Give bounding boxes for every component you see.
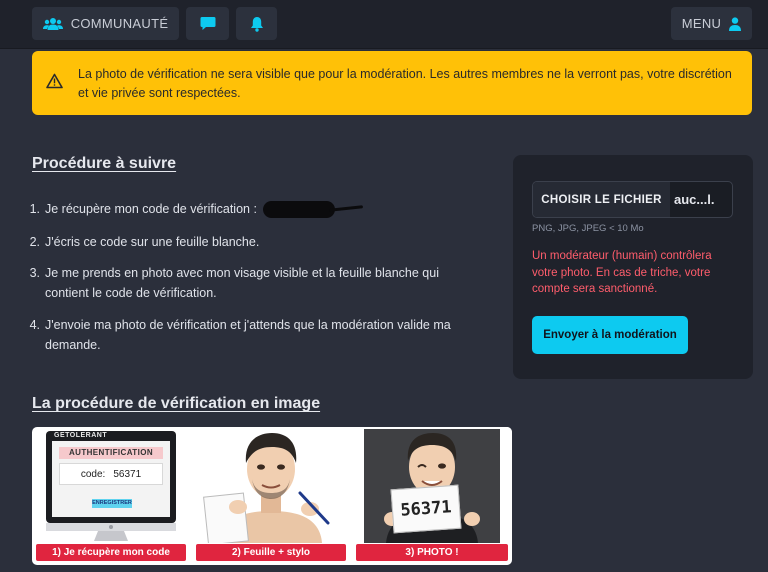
caption-1: 1) Je récupère mon code <box>36 544 186 561</box>
code-label: code: <box>80 468 106 480</box>
save-mock-button: ENREGISTRER <box>92 499 132 508</box>
code-value: 56371 <box>113 468 142 480</box>
top-navbar: COMMUNAUTÉ MENU <box>0 0 768 49</box>
monitor-stand <box>46 523 176 541</box>
step-text: Je me prends en photo avec mon visage vi… <box>45 266 439 300</box>
illustration-monitor: GETOLERANT AUTHENTIFICATION code: 56371 … <box>32 427 190 565</box>
illustration-photo: 56371 3) PHOTO ! <box>352 427 512 565</box>
step-number: 4. <box>29 318 40 332</box>
step-text: J'écris ce code sur une feuille blanche. <box>45 235 260 249</box>
code-box: code: 56371 <box>59 463 163 485</box>
screen-inner: GETOLERANT AUTHENTIFICATION code: 56371 … <box>52 432 170 517</box>
redacted-code <box>262 201 335 219</box>
step-number: 1. <box>29 202 40 216</box>
file-input[interactable]: CHOISIR LE FICHIER auc...l. <box>532 181 733 218</box>
choose-file-button[interactable]: CHOISIR LE FICHIER <box>533 182 670 217</box>
caption-2: 2) Feuille + stylo <box>196 544 346 561</box>
privacy-alert: La photo de vérification ne sera visible… <box>32 51 752 115</box>
brand-logo: GETOLERANT <box>54 432 108 439</box>
monitor-screen: GETOLERANT AUTHENTIFICATION code: 56371 … <box>46 431 176 523</box>
step-number: 3. <box>29 266 40 280</box>
messages-button[interactable] <box>186 7 229 40</box>
community-button[interactable]: COMMUNAUTÉ <box>32 7 179 40</box>
caption-3: 3) PHOTO ! <box>356 544 508 561</box>
user-icon <box>729 16 742 31</box>
warning-triangle-icon <box>46 73 63 94</box>
menu-label: MENU <box>681 16 722 31</box>
procedure-title: Procédure à suivre <box>32 155 177 172</box>
alert-message: La photo de vérification ne sera visible… <box>78 67 732 100</box>
step-1-content: Je récupère mon code de vérification : <box>45 199 475 219</box>
image-section-title: La procédure de vérification en image <box>32 395 321 412</box>
person-paper-drawing <box>192 427 350 543</box>
chat-icon <box>200 16 216 31</box>
step-number: 2. <box>29 235 40 249</box>
submit-button[interactable]: Envoyer à la modération <box>532 316 688 354</box>
code-sign: 56371 <box>390 484 462 534</box>
procedure-illustration: GETOLERANT AUTHENTIFICATION code: 56371 … <box>32 427 512 565</box>
step-text: J'envoie ma photo de vérification et j'a… <box>45 318 451 352</box>
moderation-warning: Un modérateur (humain) contrôlera votre … <box>532 250 712 295</box>
step-text: Je récupère mon code de vérification : <box>45 202 257 216</box>
auth-title: AUTHENTIFICATION <box>59 447 163 459</box>
illustration-paper-pen: 2) Feuille + stylo <box>192 427 350 565</box>
bell-icon <box>250 16 264 32</box>
users-icon <box>42 17 63 31</box>
upload-panel: CHOISIR LE FICHIER auc...l. PNG, JPG, JP… <box>513 155 753 379</box>
community-label: COMMUNAUTÉ <box>70 16 169 31</box>
file-name: auc...l. <box>674 192 715 207</box>
menu-button[interactable]: MENU <box>671 7 752 40</box>
file-hint: PNG, JPG, JPEG < 10 Mo <box>532 223 644 234</box>
notifications-button[interactable] <box>236 7 277 40</box>
